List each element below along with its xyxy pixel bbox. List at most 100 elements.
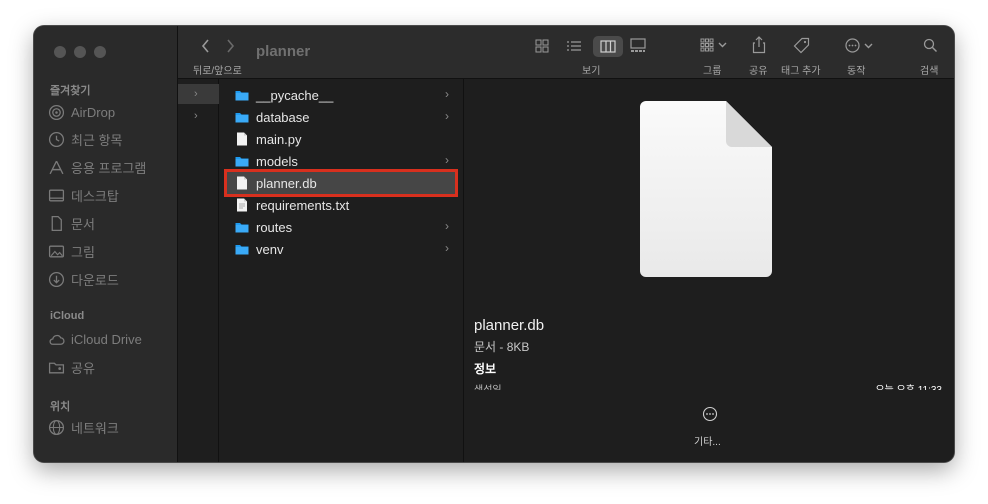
file-row-pycache[interactable]: __pycache__ › bbox=[227, 84, 455, 106]
preview-info-title: 정보 bbox=[474, 362, 497, 376]
search-icon bbox=[923, 38, 937, 52]
folder-icon bbox=[235, 245, 249, 255]
columns-icon bbox=[600, 40, 616, 53]
file-name: database bbox=[256, 109, 310, 125]
sidebar-item-recents[interactable]: 최근 항목 bbox=[48, 129, 122, 149]
file-column: __pycache__ › database › main.py models … bbox=[219, 79, 464, 462]
desktop-icon bbox=[48, 189, 65, 201]
action-button[interactable] bbox=[845, 38, 873, 53]
tag-button[interactable] bbox=[793, 37, 810, 59]
close-button[interactable] bbox=[54, 46, 66, 58]
sidebar-item-label: 데스크탑 bbox=[71, 188, 119, 204]
file-name: planner.db bbox=[256, 175, 317, 191]
group-button[interactable] bbox=[700, 38, 727, 52]
network-icon bbox=[48, 419, 65, 435]
file-name: requirements.txt bbox=[256, 197, 350, 213]
file-row-models[interactable]: models › bbox=[227, 150, 455, 172]
sidebar-section-icloud: iCloud bbox=[50, 310, 85, 322]
zoom-button[interactable] bbox=[94, 46, 106, 58]
view-label: 보기 bbox=[582, 66, 601, 77]
tag-label: 태그 추가 bbox=[781, 66, 821, 77]
chevron-right-icon bbox=[227, 39, 235, 53]
file-icon bbox=[237, 132, 247, 146]
download-icon bbox=[48, 271, 65, 287]
more-icon[interactable] bbox=[702, 406, 718, 422]
back-forward-label: 뒤로/앞으로 bbox=[193, 66, 242, 77]
sidebar-item-downloads[interactable]: 다운로드 bbox=[48, 269, 119, 289]
pictures-icon bbox=[48, 245, 65, 257]
sidebar-item-label: 응용 프로그램 bbox=[71, 160, 147, 176]
text-file-icon bbox=[237, 198, 247, 212]
file-row-main-py[interactable]: main.py bbox=[227, 128, 455, 150]
folder-icon bbox=[235, 223, 249, 233]
list-icon bbox=[567, 41, 581, 51]
file-icon bbox=[237, 176, 247, 190]
window-controls bbox=[54, 46, 106, 58]
group-label: 그룹 bbox=[703, 66, 722, 77]
file-row-database[interactable]: database › bbox=[227, 106, 455, 128]
column-view-button[interactable] bbox=[593, 36, 623, 57]
share-button[interactable] bbox=[752, 36, 766, 59]
chevron-down-icon bbox=[718, 42, 727, 48]
chevron-right-icon: › bbox=[445, 87, 449, 101]
parent-column-row[interactable]: › bbox=[178, 106, 219, 126]
sidebar-item-icloud-drive[interactable]: iCloud Drive bbox=[48, 329, 142, 349]
minimize-button[interactable] bbox=[74, 46, 86, 58]
gallery-icon bbox=[630, 38, 646, 52]
forward-button[interactable] bbox=[224, 38, 236, 59]
chevron-right-icon: › bbox=[445, 241, 449, 255]
file-name: models bbox=[256, 153, 298, 169]
more-button[interactable]: 기타... bbox=[694, 433, 721, 448]
action-label: 동작 bbox=[847, 66, 866, 77]
file-row-routes[interactable]: routes › bbox=[227, 216, 455, 238]
window-title: planner bbox=[256, 43, 311, 60]
share-icon bbox=[752, 36, 766, 54]
search-button[interactable] bbox=[923, 38, 938, 58]
share-label: 공유 bbox=[749, 66, 768, 77]
sidebar-item-label: iCloud Drive bbox=[71, 331, 142, 347]
sidebar: 즐겨찾기 AirDrop 최근 항목 응용 프로그램 데스크탑 문서 그림 다운… bbox=[34, 26, 178, 462]
document-icon bbox=[51, 215, 62, 231]
sidebar-item-label: AirDrop bbox=[71, 104, 116, 120]
preview-file-kind: 문서 - 8KB bbox=[474, 340, 530, 354]
sidebar-item-applications[interactable]: 응용 프로그램 bbox=[48, 157, 146, 177]
sidebar-item-pictures[interactable]: 그림 bbox=[48, 241, 95, 261]
sidebar-item-label: 네트워크 bbox=[71, 420, 119, 436]
parent-column-row-selected[interactable]: › bbox=[178, 84, 219, 104]
back-button[interactable] bbox=[200, 38, 212, 59]
applications-icon bbox=[49, 160, 64, 174]
ellipsis-circle-icon bbox=[845, 38, 860, 53]
tag-icon bbox=[793, 37, 810, 54]
airdrop-icon bbox=[48, 104, 65, 120]
sidebar-item-network[interactable]: 네트워크 bbox=[48, 417, 119, 437]
sidebar-item-documents[interactable]: 문서 bbox=[48, 213, 95, 233]
cloud-icon bbox=[49, 334, 65, 345]
sidebar-item-label: 다운로드 bbox=[71, 272, 119, 288]
sidebar-section-favorites: 즐겨찾기 bbox=[50, 85, 91, 97]
sidebar-item-airdrop[interactable]: AirDrop bbox=[48, 102, 115, 122]
icon-view-button[interactable] bbox=[535, 39, 549, 58]
list-view-button[interactable] bbox=[566, 39, 582, 58]
chevron-right-icon: › bbox=[445, 109, 449, 123]
sidebar-item-label: 그림 bbox=[71, 244, 95, 260]
file-name: venv bbox=[256, 241, 284, 257]
search-label: 검색 bbox=[920, 66, 939, 77]
sidebar-item-shared[interactable]: 공유 bbox=[48, 357, 95, 377]
preview-created-value: 오늘 오후 11:33 bbox=[875, 384, 942, 390]
folder-icon bbox=[235, 113, 249, 123]
shared-folder-icon bbox=[48, 362, 65, 373]
file-row-venv[interactable]: venv › bbox=[227, 238, 455, 260]
finder-window: 즐겨찾기 AirDrop 최근 항목 응용 프로그램 데스크탑 문서 그림 다운… bbox=[34, 26, 954, 462]
clock-icon bbox=[48, 131, 65, 147]
sidebar-item-desktop[interactable]: 데스크탑 bbox=[48, 185, 119, 205]
document-preview-icon bbox=[640, 101, 772, 277]
folder-icon bbox=[235, 91, 249, 101]
group-grid-icon bbox=[700, 38, 714, 52]
chevron-right-icon: › bbox=[445, 219, 449, 233]
gallery-view-button[interactable] bbox=[630, 38, 646, 58]
sidebar-item-label: 문서 bbox=[71, 216, 95, 232]
preview-file-name: planner.db bbox=[474, 317, 545, 334]
file-row-planner-db[interactable]: planner.db bbox=[224, 169, 458, 197]
file-row-requirements[interactable]: requirements.txt bbox=[227, 194, 455, 216]
toolbar: 뒤로/앞으로 planner 보기 그룹 공유 태그 추가 동작 검색 bbox=[178, 26, 954, 79]
